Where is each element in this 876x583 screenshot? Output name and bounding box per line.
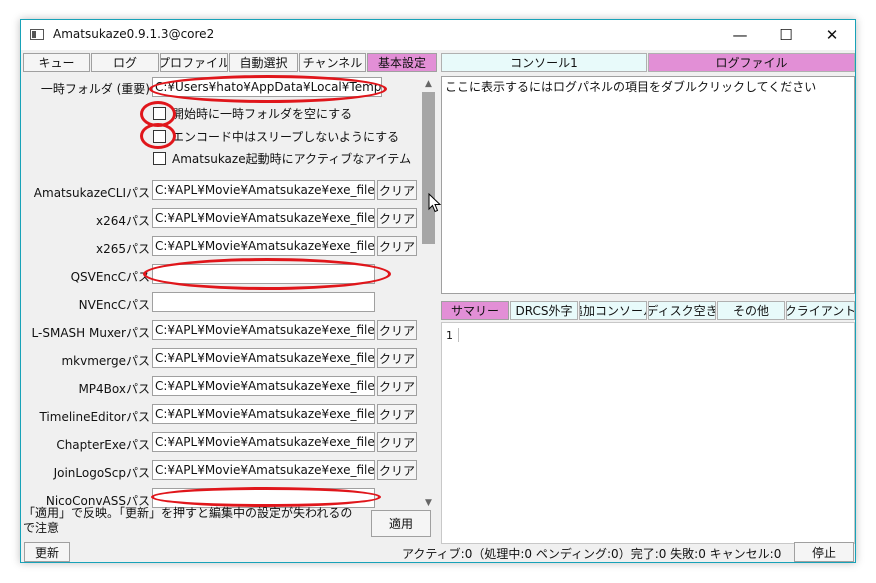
maximize-icon[interactable]: ☐ bbox=[763, 20, 809, 50]
x264-path-label: x264パス bbox=[95, 214, 150, 228]
mkvmerge-path-input[interactable]: C:¥APL¥Movie¥Amatsukaze¥exe_files bbox=[152, 348, 375, 368]
joinlogoscp-path-input[interactable]: C:¥APL¥Movie¥Amatsukaze¥exe_files bbox=[152, 460, 375, 480]
apply-button[interactable]: 適用 bbox=[371, 510, 431, 537]
clear-button[interactable]: クリア bbox=[377, 236, 417, 256]
nvencc-path-label: NVEncCパス bbox=[78, 298, 150, 312]
chapterexe-path-input[interactable]: C:¥APL¥Movie¥Amatsukaze¥exe_files bbox=[152, 432, 375, 452]
summary-view[interactable]: 1 bbox=[441, 322, 855, 544]
tab-extra-console[interactable]: 追加コンソール bbox=[579, 301, 647, 320]
clear-button[interactable]: クリア bbox=[377, 404, 417, 424]
checkbox-box[interactable] bbox=[153, 106, 166, 120]
tab-summary[interactable]: サマリー bbox=[441, 301, 509, 320]
tab-drcs[interactable]: DRCS外字 bbox=[510, 301, 578, 320]
settings-panel: 一時フォルダ (重要) C:¥Users¥hato¥AppData¥Local¥… bbox=[23, 76, 439, 510]
clear-button[interactable]: クリア bbox=[377, 376, 417, 396]
amatsukazecli-path-label: AmatsukazeCLIパス bbox=[33, 186, 150, 200]
x265-path-label: x265パス bbox=[95, 242, 150, 256]
mp4box-path-label: MP4Boxパス bbox=[78, 382, 150, 396]
clear-button[interactable]: クリア bbox=[377, 432, 417, 452]
tab-console1[interactable]: コンソール1 bbox=[441, 53, 647, 72]
log-file-hint: ここに表示するにはログパネルの項目をダブルクリックしてください bbox=[445, 80, 817, 94]
tab-channel[interactable]: チャンネル bbox=[299, 53, 366, 72]
lsmash-muxer-path-input[interactable]: C:¥APL¥Movie¥Amatsukaze¥exe_files bbox=[152, 320, 375, 340]
checkbox-active-items-on-launch[interactable]: Amatsukaze起動時にアクティブなアイテム bbox=[153, 150, 411, 166]
stop-button[interactable]: 停止 bbox=[794, 542, 854, 562]
scroll-down-icon[interactable]: ▼ bbox=[420, 496, 437, 510]
title-bar[interactable]: Amatsukaze0.9.1.3@core2 — ☐ ✕ bbox=[21, 20, 855, 50]
nicoconvass-path-input[interactable] bbox=[152, 488, 375, 508]
tab-log-file[interactable]: ログファイル bbox=[648, 53, 855, 72]
x265-path-input[interactable]: C:¥APL¥Movie¥Amatsukaze¥exe_files bbox=[152, 236, 375, 256]
window-title: Amatsukaze0.9.1.3@core2 bbox=[53, 27, 215, 41]
scroll-up-icon[interactable]: ▲ bbox=[420, 77, 437, 91]
close-icon[interactable]: ✕ bbox=[809, 20, 855, 50]
refresh-button[interactable]: 更新 bbox=[24, 542, 70, 562]
text-cursor bbox=[458, 328, 459, 342]
minimize-icon[interactable]: — bbox=[717, 20, 763, 50]
clear-button[interactable]: クリア bbox=[377, 180, 417, 200]
checkbox-label: エンコード中はスリープしないようにする bbox=[172, 129, 400, 144]
temp-folder-input[interactable]: C:¥Users¥hato¥AppData¥Local¥Temp bbox=[152, 77, 382, 97]
checkbox-clear-temp-on-start[interactable]: 開始時に一時フォルダを空にする bbox=[153, 105, 352, 121]
temp-folder-label: 一時フォルダ (重要) bbox=[40, 82, 150, 96]
timelineeditor-path-label: TimelineEditorパス bbox=[39, 410, 150, 424]
timelineeditor-path-input[interactable]: C:¥APL¥Movie¥Amatsukaze¥exe_files bbox=[152, 404, 375, 424]
tab-basic-settings[interactable]: 基本設定 bbox=[367, 53, 437, 72]
app-icon bbox=[30, 29, 44, 40]
status-text: アクティブ:0（処理中:0 ペンディング:0）完了:0 失敗:0 キャンセル:0 bbox=[402, 547, 782, 561]
status-bar: 更新 アクティブ:0（処理中:0 ペンディング:0）完了:0 失敗:0 キャンセ… bbox=[21, 542, 855, 562]
clear-button[interactable]: クリア bbox=[377, 320, 417, 340]
tab-other[interactable]: その他 bbox=[717, 301, 785, 320]
checkbox-box[interactable] bbox=[153, 151, 166, 165]
qsvencc-path-input[interactable] bbox=[152, 264, 375, 284]
tab-disk-free[interactable]: ディスク空き bbox=[648, 301, 716, 320]
nvencc-path-input[interactable] bbox=[152, 292, 375, 312]
mp4box-path-input[interactable]: C:¥APL¥Movie¥Amatsukaze¥exe_files bbox=[152, 376, 375, 396]
app-window: Amatsukaze0.9.1.3@core2 — ☐ ✕ キュー ログ プロフ… bbox=[20, 19, 856, 563]
tab-queue[interactable]: キュー bbox=[23, 53, 90, 72]
tab-profile[interactable]: プロファイル bbox=[160, 53, 228, 72]
line-number: 1 bbox=[446, 329, 453, 342]
clear-button[interactable]: クリア bbox=[377, 208, 417, 228]
x264-path-input[interactable]: C:¥APL¥Movie¥Amatsukaze¥exe_files bbox=[152, 208, 375, 228]
scrollbar-thumb[interactable] bbox=[422, 92, 435, 244]
joinlogoscp-path-label: JoinLogoScpパス bbox=[53, 466, 150, 480]
checkbox-label: 開始時に一時フォルダを空にする bbox=[172, 106, 353, 121]
chapterexe-path-label: ChapterExeパス bbox=[56, 438, 150, 452]
settings-scrollbar[interactable]: ▲ ▼ bbox=[420, 76, 437, 510]
checkbox-box[interactable] bbox=[153, 129, 166, 143]
qsvencc-path-label: QSVEncCパス bbox=[70, 270, 150, 284]
mkvmerge-path-label: mkvmergeパス bbox=[61, 354, 150, 368]
mouse-pointer-icon bbox=[428, 193, 442, 213]
settings-note: 「適用」で反映。「更新」を押すと編集中の設定が失われるので注意 bbox=[23, 506, 353, 535]
tab-log[interactable]: ログ bbox=[91, 53, 159, 72]
checkbox-no-sleep-while-encoding[interactable]: エンコード中はスリープしないようにする bbox=[153, 128, 399, 144]
checkbox-label: Amatsukaze起動時にアクティブなアイテム bbox=[172, 151, 412, 166]
tab-client[interactable]: クライアント bbox=[786, 301, 855, 320]
log-file-view[interactable]: ここに表示するにはログパネルの項目をダブルクリックしてください bbox=[441, 76, 855, 294]
clear-button[interactable]: クリア bbox=[377, 460, 417, 480]
amatsukazecli-path-input[interactable]: C:¥APL¥Movie¥Amatsukaze¥exe_files bbox=[152, 180, 375, 200]
lsmash-muxer-path-label: L-SMASH Muxerパス bbox=[31, 326, 150, 340]
clear-button[interactable]: クリア bbox=[377, 348, 417, 368]
tab-auto-select[interactable]: 自動選択 bbox=[229, 53, 298, 72]
